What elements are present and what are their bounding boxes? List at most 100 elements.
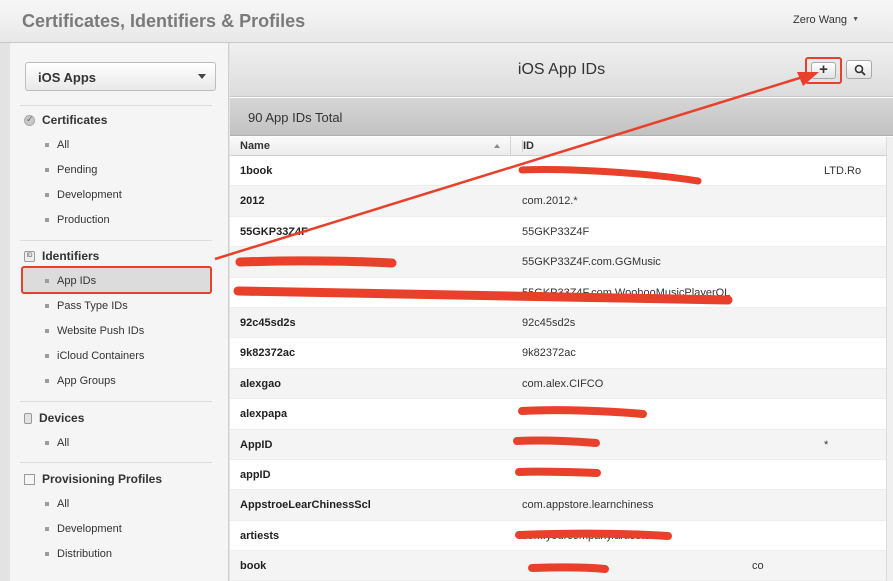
sidebar-section-identifiers: ID Identifiers xyxy=(24,247,99,265)
app-id-identifier: * xyxy=(824,438,829,451)
table-row[interactable]: alexpapa xyxy=(230,399,886,430)
bullet-icon xyxy=(45,502,49,506)
app-id-name: alexpapa xyxy=(240,408,288,421)
sidebar-item-label: Production xyxy=(57,214,110,226)
table-row[interactable]: book co xyxy=(230,551,886,581)
sidebar-item-label: All xyxy=(57,498,70,510)
main-content: iOS App IDs + 90 App IDs Total Name ID 1… xyxy=(230,43,893,581)
sidebar-item-certificates-production[interactable]: Production xyxy=(45,212,110,228)
bullet-icon xyxy=(45,304,49,308)
sidebar-item-devices-all[interactable]: All xyxy=(45,435,69,451)
sidebar-item-label: iCloud Containers xyxy=(57,350,145,362)
bullet-icon xyxy=(45,168,49,172)
sidebar-item-label: Distribution xyxy=(57,548,113,560)
sidebar-item-profiles-distribution[interactable]: Distribution xyxy=(45,546,112,562)
app-id-name: AppID xyxy=(240,438,273,451)
sidebar-item-label: App Groups xyxy=(57,375,116,387)
id-icon: ID xyxy=(24,250,35,262)
sidebar-item-label: All xyxy=(57,437,70,449)
table-row[interactable]: 92c45sd2s 92c45sd2s xyxy=(230,307,886,339)
column-separator xyxy=(510,137,511,156)
section-title: Identifiers xyxy=(42,249,100,263)
table-row[interactable]: alexgao com.alex.CIFCO xyxy=(230,368,886,400)
table-row[interactable]: AppstroeLearChinessScl com.appstore.learn… xyxy=(230,490,886,521)
app-id-identifier: 9k82372ac xyxy=(522,347,576,360)
sidebar-item-app-ids[interactable]: App IDs xyxy=(45,273,96,289)
app-id-identifier: com.appstore.learnchiness xyxy=(522,499,654,512)
sidebar-item-label: App IDs xyxy=(57,275,97,287)
sidebar-item-profiles-all[interactable]: All xyxy=(45,496,69,512)
content-header: iOS App IDs + xyxy=(230,43,893,97)
bullet-icon xyxy=(45,552,49,556)
total-count-bar: 90 App IDs Total xyxy=(230,98,893,136)
app-id-identifier: 55GKP33Z4F.com.GGMusic xyxy=(522,256,661,269)
sidebar-item-pass-type-ids[interactable]: Pass Type IDs xyxy=(45,298,128,314)
sidebar-section-devices: Devices xyxy=(24,409,84,427)
sidebar-item-label: Development xyxy=(57,189,122,201)
column-header-id[interactable]: ID xyxy=(522,140,534,152)
sort-ascending-icon xyxy=(494,144,500,148)
bullet-icon xyxy=(45,441,49,445)
device-icon xyxy=(24,412,32,424)
app-id-name: appID xyxy=(240,468,271,481)
app-id-name: artiests xyxy=(240,529,280,542)
table-row[interactable]: 55GKP33Z4F 55GKP33Z4F xyxy=(230,217,886,248)
sidebar-item-certificates-all[interactable]: All xyxy=(45,137,69,153)
total-count: 90 App IDs Total xyxy=(248,110,343,125)
scrollbar[interactable] xyxy=(886,137,893,581)
app-id-name: AppstroeLearChinessScl xyxy=(240,499,371,512)
content-title: iOS App IDs xyxy=(517,61,606,78)
user-name: Zero Wang xyxy=(793,14,848,26)
sidebar-item-label: Website Push IDs xyxy=(57,325,145,337)
table-row[interactable]: 9k82372ac 9k82372ac xyxy=(230,338,886,369)
table-row[interactable]: 2012 com.2012.* xyxy=(230,186,886,217)
user-menu[interactable]: Zero Wang ▼ xyxy=(793,14,859,26)
table-row[interactable]: artiests com.yourcompany.artiests xyxy=(230,521,886,552)
sidebar-item-label: Pass Type IDs xyxy=(57,300,128,312)
app-id-name: book xyxy=(240,560,267,573)
app-id-identifier: com.2012.* xyxy=(522,195,578,208)
table-row[interactable]: 1book LTD.Ro xyxy=(230,156,886,187)
section-title: Certificates xyxy=(42,113,108,127)
sidebar-item-certificates-development[interactable]: Development xyxy=(45,187,122,203)
sidebar-item-icloud-containers[interactable]: iCloud Containers xyxy=(45,348,144,364)
sidebar-item-certificates-pending[interactable]: Pending xyxy=(45,162,97,178)
table-row[interactable]: AppID * xyxy=(230,429,886,460)
app-id-name: 2012 xyxy=(240,195,265,208)
platform-select-value: iOS Apps xyxy=(38,70,97,85)
platform-select[interactable]: iOS Apps xyxy=(25,62,216,91)
sidebar-item-label: Pending xyxy=(57,164,98,176)
app-id-identifier: com.alex.CIFCO xyxy=(522,377,604,390)
column-header-name[interactable]: Name xyxy=(240,140,270,152)
add-button-highlight: + xyxy=(805,57,842,84)
sidebar-section-certificates: Certificates xyxy=(24,111,107,129)
chevron-down-icon: ▼ xyxy=(852,16,859,23)
divider xyxy=(20,105,212,106)
profile-icon xyxy=(24,473,35,485)
bullet-icon xyxy=(45,329,49,333)
add-button[interactable]: + xyxy=(811,62,836,79)
table-row[interactable]: appID xyxy=(230,460,886,491)
table-row[interactable]: 55GKP33Z4F.com.GGMusic xyxy=(230,247,886,278)
sidebar-item-app-groups[interactable]: App Groups xyxy=(45,373,116,389)
sidebar: iOS Apps Certificates All Pending Develo… xyxy=(10,43,229,581)
section-title: Provisioning Profiles xyxy=(42,472,163,486)
app-id-identifier: co xyxy=(752,560,764,573)
app-id-identifier: 55GKP33Z4F xyxy=(522,225,590,238)
sidebar-item-label: Development xyxy=(57,523,122,535)
table-header: Name ID xyxy=(230,137,886,156)
search-button[interactable] xyxy=(846,60,872,79)
sidebar-item-website-push-ids[interactable]: Website Push IDs xyxy=(45,323,144,339)
app-id-name: 1book xyxy=(240,165,273,177)
bullet-icon xyxy=(45,527,49,531)
table-row[interactable]: 55GKP33Z4F.com.WoohooMusicPlayerQL xyxy=(230,278,886,308)
divider xyxy=(20,240,212,241)
app-id-table-body: 1book LTD.Ro 2012 com.2012.* 55GKP33Z4F 55GKP… xyxy=(230,156,886,581)
divider xyxy=(20,401,212,402)
sidebar-item-profiles-development[interactable]: Development xyxy=(45,521,122,537)
app-id-identifier: com.yourcompany.artiests xyxy=(522,529,650,542)
search-icon xyxy=(854,64,866,76)
app-id-name: 92c45sd2s xyxy=(240,316,296,329)
app-id-name: 55GKP33Z4F xyxy=(240,225,308,238)
sidebar-section-provisioning-profiles: Provisioning Profiles xyxy=(24,470,162,488)
